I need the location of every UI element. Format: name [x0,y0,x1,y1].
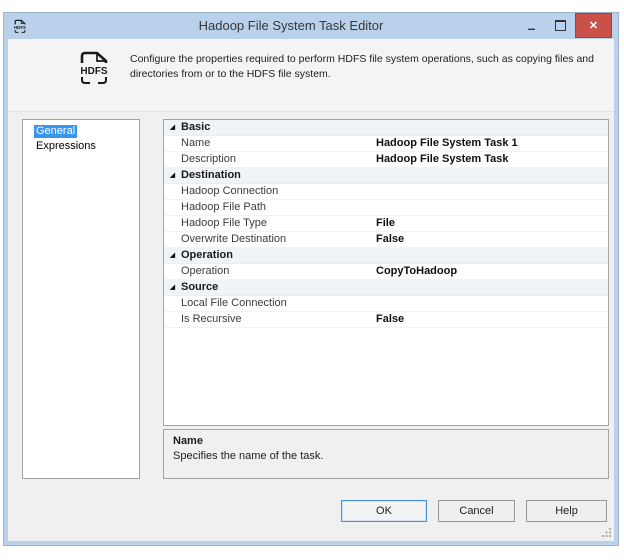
property-row-hadoop-file-type[interactable]: Hadoop File Type File [164,216,608,232]
gutter: ◢ [164,280,181,295]
selected-property-description: Specifies the name of the task. [173,450,324,462]
window-controls: – ✕ [517,13,612,38]
property-value[interactable]: File [376,216,608,231]
property-row-hadoop-connection[interactable]: Hadoop Connection [164,184,608,200]
collapse-expander-icon[interactable]: ◢ [170,280,175,295]
property-row-name[interactable]: Name Hadoop File System Task 1 [164,136,608,152]
category-row-basic[interactable]: ◢ Basic [164,120,608,136]
gutter [164,200,181,215]
cancel-button[interactable]: Cancel [438,500,515,522]
gutter: ◢ [164,168,181,183]
gutter [164,136,181,151]
property-row-hadoop-file-path[interactable]: Hadoop File Path [164,200,608,216]
banner-description: Configure the properties required to per… [130,53,594,80]
property-value[interactable]: False [376,232,608,247]
page-list: General Expressions [22,119,140,479]
close-button[interactable]: ✕ [575,13,612,38]
collapse-expander-icon[interactable]: ◢ [170,120,175,135]
gutter [164,184,181,199]
property-label: Description [181,153,237,165]
gutter: ◢ [164,248,181,263]
property-label: Local File Connection [181,297,287,309]
gutter [164,264,181,279]
gutter [164,296,181,311]
property-value[interactable] [376,184,608,199]
sidebar-item-general[interactable]: General [23,124,139,139]
property-description-panel: Name Specifies the name of the task. [163,429,609,479]
property-label: Is Recursive [181,313,242,325]
property-label: Overwrite Destination [181,233,287,245]
category-label: Destination [181,169,241,181]
svg-text:HDFS: HDFS [80,66,108,77]
dialog-content: HDFS Configure the properties required t… [8,39,614,541]
sidebar-item-label: Expressions [36,140,96,152]
header-banner: HDFS Configure the properties required t… [8,39,614,112]
sidebar-item-expressions[interactable]: Expressions [23,139,139,154]
gutter [164,312,181,327]
property-value[interactable]: Hadoop File System Task [376,152,608,167]
property-grid: ◢ Basic Name Hadoop File System Task 1 D… [163,119,609,426]
dialog-window: HDFS Hadoop File System Task Editor – ✕ … [3,12,619,546]
hdfs-app-icon: HDFS [14,19,26,33]
selected-property-name: Name [173,435,203,447]
window-title: Hadoop File System Task Editor [198,18,384,33]
minimize-button[interactable]: – [517,13,546,38]
property-value[interactable]: CopyToHadoop [376,264,608,279]
sidebar-item-label: General [34,125,78,138]
collapse-expander-icon[interactable]: ◢ [170,168,175,183]
property-value[interactable] [376,200,608,215]
maximize-icon [555,20,566,31]
property-row-overwrite-destination[interactable]: Overwrite Destination False [164,232,608,248]
collapse-expander-icon[interactable]: ◢ [170,248,175,263]
property-row-operation[interactable]: Operation CopyToHadoop [164,264,608,280]
minimize-icon: – [527,19,536,36]
property-label: Operation [181,265,230,277]
gutter: ◢ [164,120,181,135]
category-label: Operation [181,249,233,261]
property-value[interactable]: False [376,312,608,327]
help-button[interactable]: Help [526,500,607,522]
maximize-button[interactable] [546,13,575,38]
category-label: Source [181,281,219,293]
gutter [164,232,181,247]
footer-buttons: OK Cancel Help [341,500,607,522]
titlebar: HDFS Hadoop File System Task Editor – ✕ [4,13,618,39]
category-row-source[interactable]: ◢ Source [164,280,608,296]
close-icon: ✕ [588,20,599,32]
category-row-operation[interactable]: ◢ Operation [164,248,608,264]
property-label: Hadoop File Type [181,217,268,229]
property-label: Name [181,137,211,149]
ok-button[interactable]: OK [341,500,427,522]
category-label: Basic [181,121,211,133]
gutter [164,152,181,167]
property-value[interactable]: Hadoop File System Task 1 [376,136,608,151]
resize-grip[interactable] [602,528,611,537]
property-label: Hadoop File Path [181,201,266,213]
property-value[interactable] [376,296,608,311]
svg-text:HDFS: HDFS [14,25,26,30]
property-label: Hadoop Connection [181,185,279,197]
property-row-local-file-connection[interactable]: Local File Connection [164,296,608,312]
property-row-is-recursive[interactable]: Is Recursive False [164,312,608,328]
gutter [164,216,181,231]
hdfs-banner-icon: HDFS [80,51,108,84]
property-row-description[interactable]: Description Hadoop File System Task [164,152,608,168]
category-row-destination[interactable]: ◢ Destination [164,168,608,184]
